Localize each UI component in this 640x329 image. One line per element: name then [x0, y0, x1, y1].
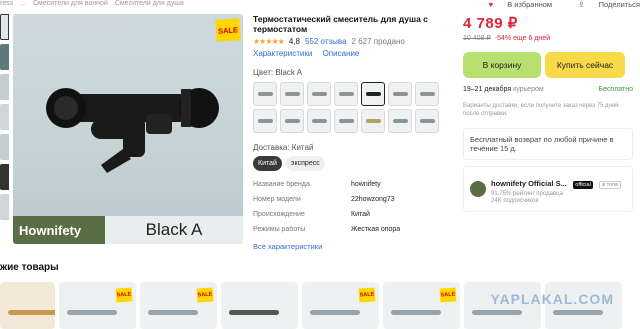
thumbnail[interactable]	[0, 134, 9, 160]
delivery-note: Варианты доставки, если получите заказ ч…	[463, 103, 619, 117]
delivery-row: 19–21 декабря курьером Бесплатно	[463, 86, 633, 93]
product-card[interactable]: SALE	[302, 282, 379, 329]
spec-key: Номер модели	[253, 196, 301, 203]
color-swatch[interactable]	[280, 82, 304, 106]
store-logo	[470, 181, 486, 197]
spec-key: Режимы работы	[253, 226, 306, 233]
product-title: Термостатический смеситель для душа с те…	[253, 14, 428, 34]
thumbnail-list	[0, 14, 9, 224]
color-swatch[interactable]	[415, 82, 439, 106]
sold-count: 2 627 продано	[351, 37, 405, 46]
rating-value: 4,8	[288, 37, 300, 46]
sale-badge: SALE	[115, 287, 133, 303]
color-swatch[interactable]	[307, 109, 331, 133]
delivery-method: курьером	[513, 86, 544, 93]
product-card[interactable]: SALE	[59, 282, 136, 329]
brand-logo: Hownifety	[13, 216, 105, 244]
sale-badge: SALE	[358, 287, 376, 303]
spec-value: hownifety	[351, 181, 381, 188]
all-specs-link[interactable]: Все характеристики	[253, 242, 453, 251]
spec-value: 22howzong73	[351, 196, 395, 203]
thumbnail[interactable]	[0, 164, 9, 190]
delivery-price: Бесплатно	[598, 86, 633, 93]
sale-badge: SALE	[215, 18, 241, 42]
color-swatch[interactable]	[334, 109, 358, 133]
color-swatch[interactable]	[361, 109, 385, 133]
faucet-image	[46, 88, 219, 173]
color-swatch[interactable]	[307, 82, 331, 106]
sale-badge: SALE	[196, 287, 214, 303]
thumbnail[interactable]	[0, 194, 9, 220]
thumbnail[interactable]	[0, 14, 9, 40]
tab-description[interactable]: Описание	[323, 49, 360, 58]
spec-value: Жесткая опора	[351, 226, 401, 233]
star-rating-icon: ★★★★★	[253, 37, 285, 46]
color-swatches	[253, 82, 453, 133]
product-info: Термостатический смеситель для душа с те…	[253, 14, 453, 251]
buy-panel: 4 789 ₽ 10 408 ₽ -54% еще 6 дней В корзин…	[463, 14, 640, 212]
old-price-line: 10 408 ₽ -54% еще 6 дней	[463, 34, 640, 42]
color-swatch[interactable]	[361, 82, 385, 106]
reviews-link[interactable]: 552 отзыва	[305, 37, 347, 46]
sale-badge: SALE	[439, 287, 457, 303]
similar-products-title: жие товары	[0, 262, 59, 273]
official-badge: official	[573, 181, 593, 189]
breadcrumb-item[interactable]: Смесители для душа	[115, 0, 184, 7]
delivery-label: Доставка: Китай	[253, 143, 314, 152]
share-button[interactable]: ⇪ Поделиться	[566, 0, 640, 9]
image-color-name: Black A	[145, 220, 203, 239]
product-card[interactable]: SALE	[140, 282, 217, 329]
specs-table: Название бренда hownifety Номер модели 22h…	[253, 181, 453, 233]
breadcrumb-item[interactable]: Смесители для ванной	[33, 0, 108, 7]
product-card[interactable]	[0, 282, 55, 329]
color-swatch[interactable]	[334, 82, 358, 106]
thumbnail[interactable]	[0, 104, 9, 130]
share-label: Поделиться	[598, 0, 640, 9]
product-card[interactable]	[221, 282, 298, 329]
heart-icon: ♥	[488, 0, 494, 9]
watermark: YAPLAKAL.COM	[490, 291, 614, 307]
breadcrumb-item[interactable]: ress	[0, 0, 13, 7]
buy-buttons: В корзину Купить сейчас	[463, 52, 640, 78]
color-swatch[interactable]	[253, 82, 277, 106]
store-rating: 91,75% рейтинг продавца	[491, 191, 563, 197]
buy-now-button[interactable]: Купить сейчас	[545, 52, 625, 78]
tab-characteristics[interactable]: Характеристики	[253, 49, 312, 58]
top-badge: в топе	[599, 181, 622, 189]
old-price: 10 408 ₽	[463, 35, 491, 42]
store-name: hownifety Official S...	[491, 179, 567, 188]
color-swatch[interactable]	[415, 109, 439, 133]
store-card[interactable]: hownifety Official S... official в топе …	[463, 166, 633, 212]
delivery-options: Китай экспресс	[253, 156, 453, 171]
favorite-label: В избранном	[507, 0, 553, 9]
delivery-option-china[interactable]: Китай	[253, 156, 282, 171]
discount-text: -54% еще 6 дней	[494, 35, 551, 42]
top-actions: ♥ В избранном ⇪ Поделиться	[465, 0, 640, 9]
product-card[interactable]: SALE	[383, 282, 460, 329]
thumbnail[interactable]	[0, 44, 9, 70]
breadcrumb-item[interactable]: ...	[20, 0, 26, 7]
free-return-box[interactable]: Бесплатный возврат по любой причине в те…	[463, 128, 633, 160]
thumbnail[interactable]	[0, 74, 9, 100]
share-icon: ⇪	[578, 0, 585, 9]
rating-row: ★★★★★ 4,8 552 отзыва 2 627 продано	[253, 37, 453, 46]
price: 4 789 ₽	[463, 15, 518, 32]
image-caption-bar: Hownifety Black A	[13, 216, 243, 244]
store-subscribers: 24K подписчиков	[491, 198, 539, 204]
delivery-date: 19–21 декабря	[463, 86, 512, 93]
color-label: Цвет: Black A	[253, 68, 303, 77]
color-swatch[interactable]	[253, 109, 277, 133]
color-swatch[interactable]	[388, 82, 412, 106]
add-to-cart-button[interactable]: В корзину	[463, 52, 541, 78]
favorite-button[interactable]: ♥ В избранном	[477, 0, 552, 9]
info-tabs: Характеристики Описание	[253, 49, 453, 58]
product-main-image[interactable]: SALE Hownifety Black A	[13, 14, 243, 244]
spec-key: Происхождение	[253, 211, 305, 218]
delivery-option-express[interactable]: экспресс	[285, 156, 325, 171]
color-swatch[interactable]	[388, 109, 412, 133]
spec-value: Китай	[351, 211, 370, 218]
spec-key: Название бренда	[253, 181, 310, 188]
color-swatch[interactable]	[280, 109, 304, 133]
